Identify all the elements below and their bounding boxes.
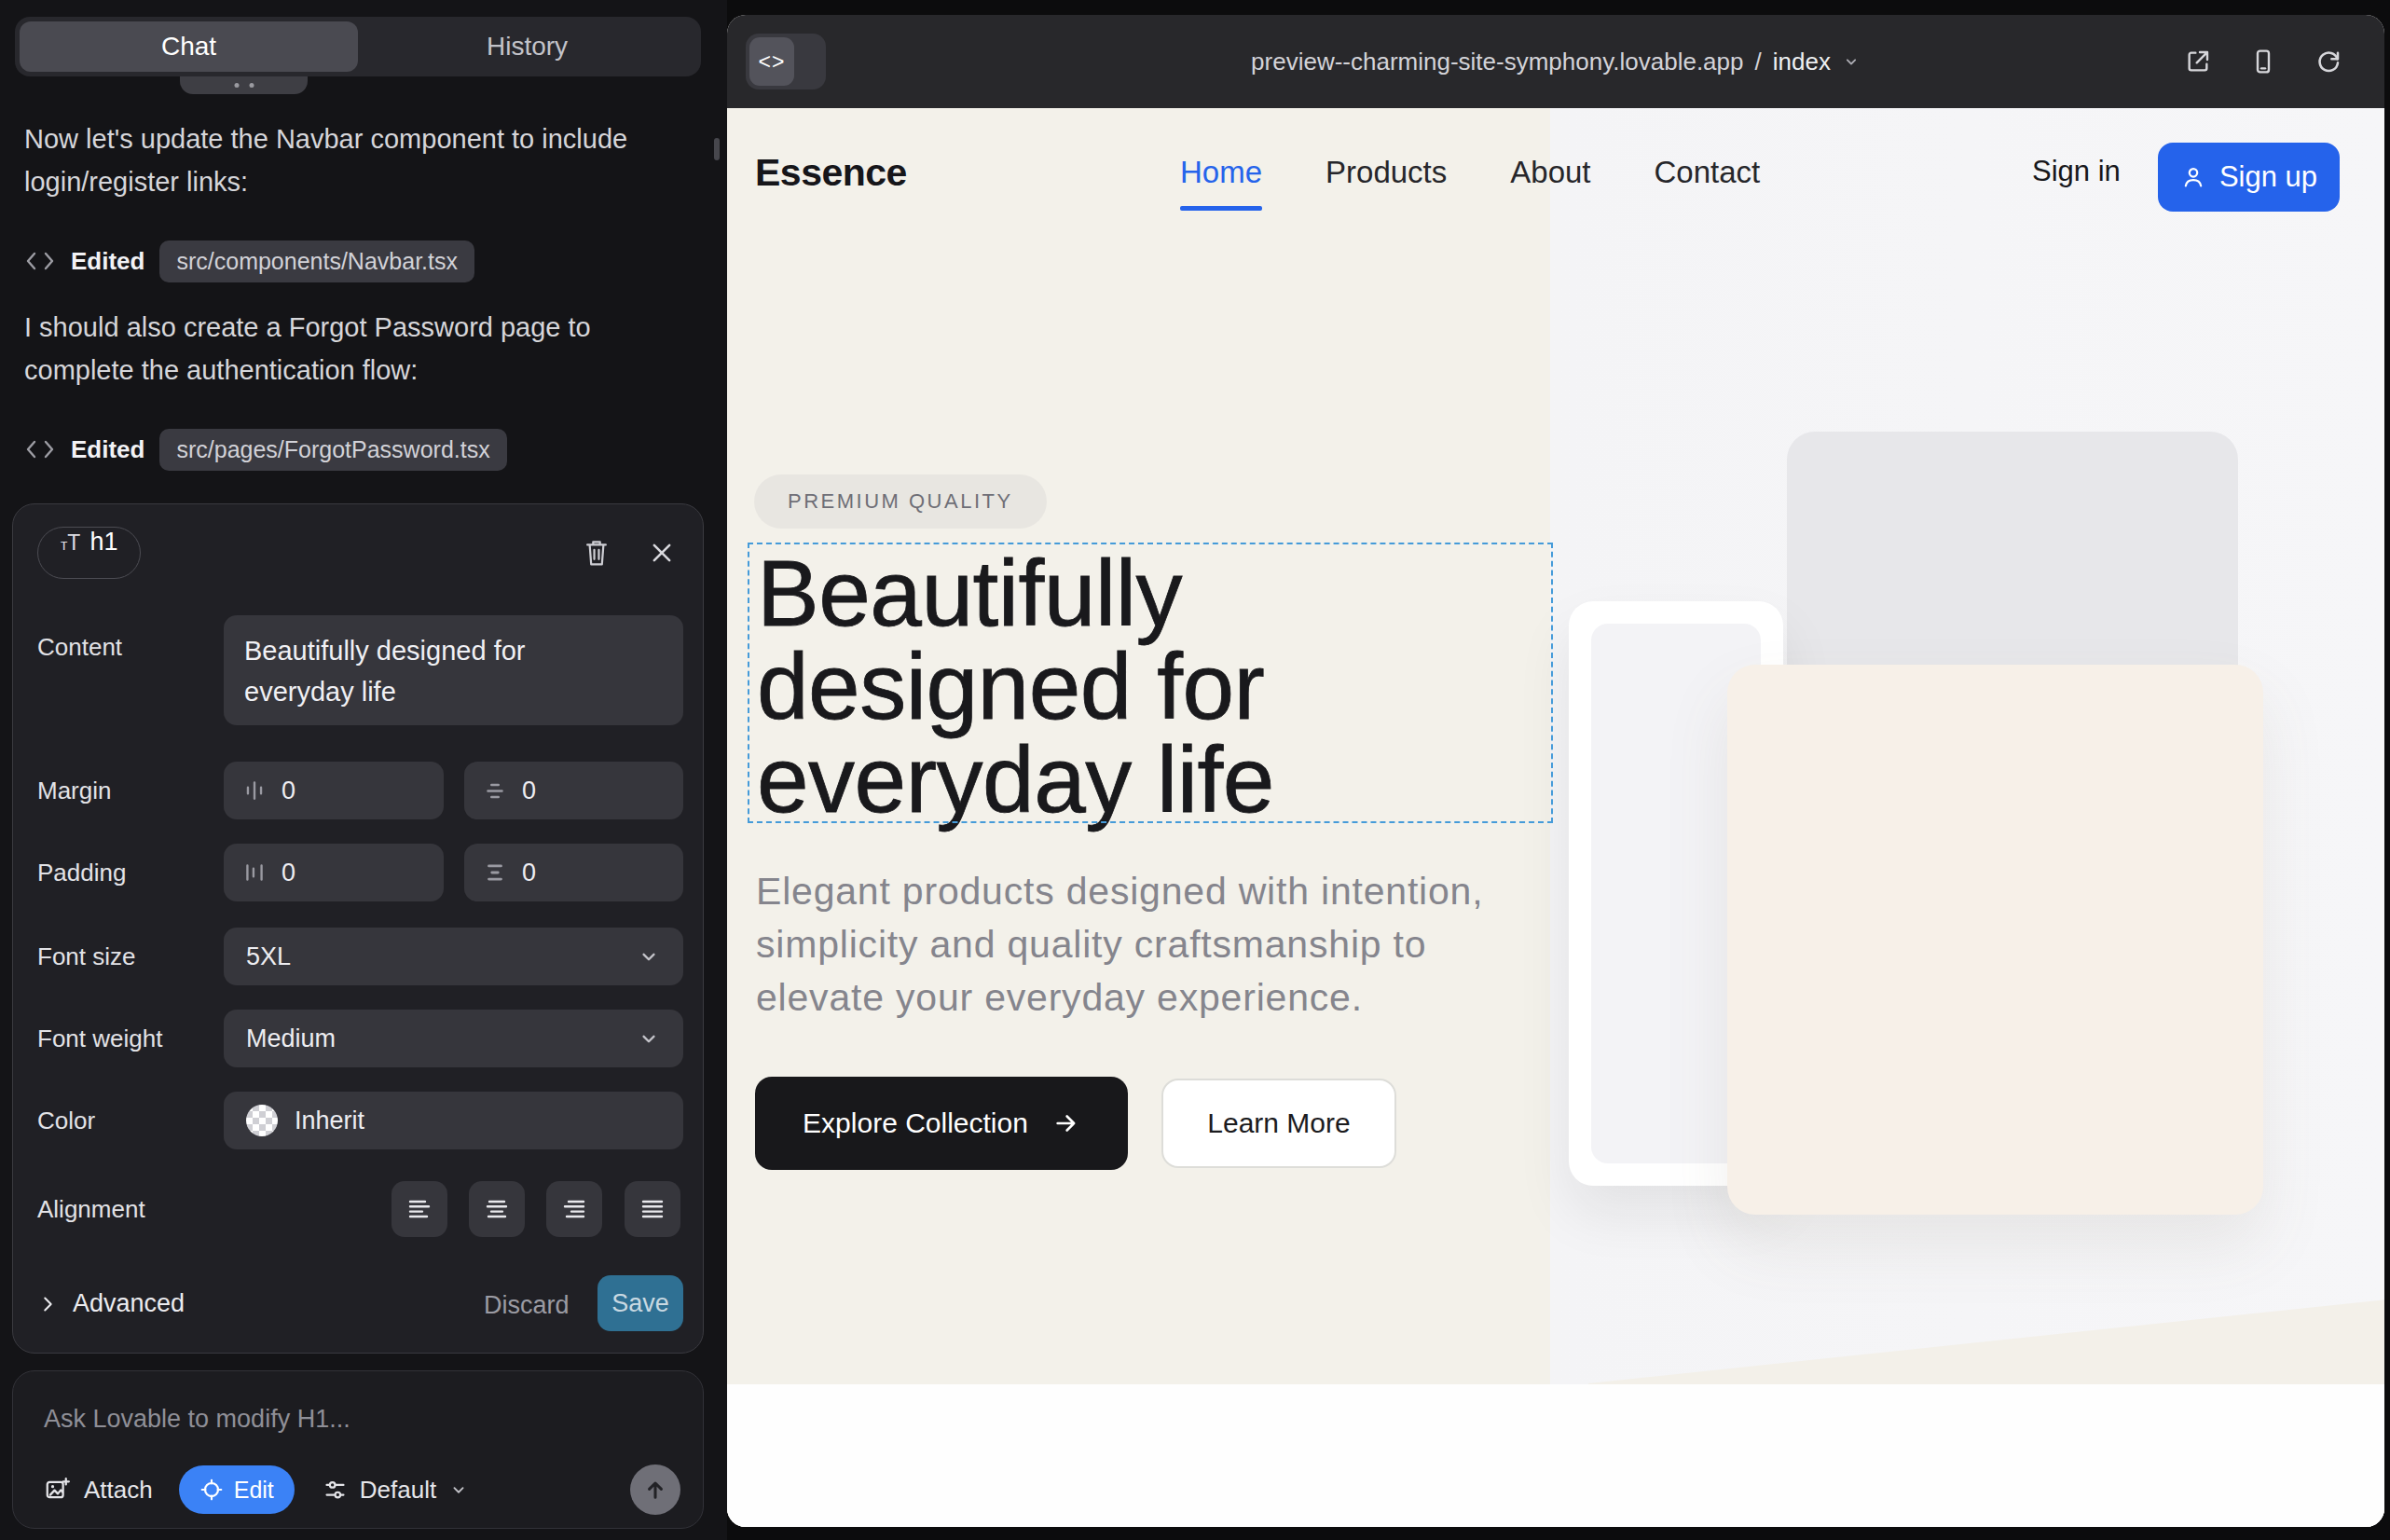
arrow-up-icon — [642, 1477, 668, 1503]
font-weight-label: Font weight — [37, 1024, 162, 1053]
hero-paragraph: Elegant products designed with intention… — [756, 865, 1483, 1024]
crosshair-icon — [199, 1478, 224, 1502]
learn-more-button[interactable]: Learn More — [1161, 1079, 1396, 1168]
align-right-button[interactable] — [546, 1181, 602, 1237]
padding-label: Padding — [37, 859, 126, 887]
delete-element-button[interactable] — [578, 534, 615, 571]
align-left-button[interactable] — [391, 1181, 447, 1237]
open-external-icon[interactable] — [2183, 47, 2213, 76]
assistant-message: Now let's update the Navbar component to… — [24, 117, 639, 203]
padding-y-icon — [483, 860, 507, 885]
font-size-label: Font size — [37, 942, 136, 971]
edit-mode-button[interactable]: Edit — [179, 1465, 295, 1514]
assistant-message: I should also create a Forgot Password p… — [24, 306, 639, 392]
color-swatch — [246, 1105, 278, 1136]
color-input[interactable]: Inherit — [224, 1092, 683, 1149]
sign-up-button[interactable]: Sign up — [2158, 143, 2340, 212]
text-size-icon: тT — [61, 530, 80, 556]
app: Chat History Now let's update the Navbar… — [0, 0, 2390, 1540]
url-bar[interactable]: preview--charming-site-symphony.lovable.… — [727, 15, 2384, 108]
margin-y-input[interactable]: 0 — [464, 762, 683, 819]
element-tag-pill[interactable]: тT h1 — [37, 527, 141, 579]
close-panel-button[interactable] — [643, 534, 680, 571]
nav-contact[interactable]: Contact — [1655, 155, 1761, 190]
site-nav: Home Products About Contact — [1180, 149, 1760, 196]
edited-file-row: Edited src/pages/ForgotPassword.tsx — [24, 429, 507, 470]
element-editor-panel: тT h1 Content Beautifully designed for e… — [12, 503, 704, 1354]
chat-input-placeholder: Ask Lovable to modify H1... — [44, 1405, 350, 1434]
next-section — [727, 1384, 2384, 1527]
edited-label: Edited — [71, 247, 144, 276]
site-page: Essence Home Products About Contact Sign… — [727, 108, 2384, 1527]
nav-home[interactable]: Home — [1180, 155, 1262, 190]
chevron-right-icon — [37, 1294, 58, 1314]
margin-y-icon — [483, 778, 507, 803]
discard-button[interactable]: Discard — [484, 1291, 570, 1320]
scrollbar-thumb[interactable] — [714, 138, 720, 160]
site-logo[interactable]: Essence — [755, 151, 907, 195]
chevron-down-icon — [637, 1026, 661, 1051]
edited-label: Edited — [71, 435, 144, 464]
code-icon — [24, 249, 56, 273]
settings-sliders-icon — [323, 1478, 348, 1503]
premium-quality-badge: PREMIUM QUALITY — [754, 474, 1047, 529]
sign-in-link[interactable]: Sign in — [2032, 155, 2121, 188]
save-button[interactable]: Save — [598, 1275, 683, 1331]
content-textarea[interactable]: Beautifully designed for everyday life — [224, 615, 683, 725]
browser-toolbar: <> preview--charming-site-symphony.lovab… — [727, 15, 2384, 108]
padding-y-input[interactable]: 0 — [464, 844, 683, 901]
model-default-button[interactable]: Default — [323, 1476, 469, 1505]
chevron-down-icon — [448, 1479, 469, 1500]
user-icon — [2180, 164, 2206, 190]
url-page: index — [1773, 48, 1831, 76]
chat-input-box[interactable]: Ask Lovable to modify H1... Attach Edit … — [12, 1370, 704, 1529]
mobile-view-icon[interactable] — [2248, 47, 2278, 76]
edited-file-row: Edited src/components/Navbar.tsx — [24, 241, 474, 282]
padding-x-icon — [242, 860, 267, 885]
code-icon — [24, 437, 56, 461]
nav-products[interactable]: Products — [1325, 155, 1447, 190]
url-host: preview--charming-site-symphony.lovable.… — [1251, 48, 1743, 76]
preview-panel: <> preview--charming-site-symphony.lovab… — [727, 15, 2384, 1527]
nav-about[interactable]: About — [1510, 155, 1590, 190]
chevron-down-icon — [1842, 52, 1861, 71]
align-center-button[interactable] — [469, 1181, 525, 1237]
margin-label: Margin — [37, 777, 111, 805]
send-button[interactable] — [630, 1464, 680, 1515]
attach-image-icon — [44, 1476, 72, 1504]
font-size-select[interactable]: 5XL — [224, 928, 683, 985]
refresh-icon[interactable] — [2314, 47, 2343, 76]
margin-x-input[interactable]: 0 — [224, 762, 444, 819]
arrow-right-icon — [1052, 1109, 1080, 1137]
decorative-card-beige — [1727, 665, 2263, 1215]
chat-history-tabs: Chat History — [15, 17, 701, 76]
advanced-toggle[interactable]: Advanced — [37, 1289, 185, 1318]
file-path-chip[interactable]: src/pages/ForgotPassword.tsx — [159, 429, 506, 471]
tab-chat[interactable]: Chat — [20, 21, 358, 72]
content-label: Content — [37, 633, 122, 662]
padding-x-input[interactable]: 0 — [224, 844, 444, 901]
chat-sidebar: Chat History Now let's update the Navbar… — [0, 0, 727, 1540]
margin-x-icon — [242, 778, 267, 803]
font-weight-select[interactable]: Medium — [224, 1010, 683, 1067]
explore-collection-button[interactable]: Explore Collection — [755, 1077, 1128, 1170]
chevron-down-icon — [637, 944, 661, 969]
selection-outline — [748, 543, 1553, 823]
alignment-label: Alignment — [37, 1195, 145, 1224]
align-justify-button[interactable] — [625, 1181, 680, 1237]
url-separator: / — [1755, 48, 1762, 76]
tab-history[interactable]: History — [358, 21, 696, 72]
color-label: Color — [37, 1107, 95, 1135]
file-path-chip[interactable]: src/components/Navbar.tsx — [159, 241, 474, 282]
attach-button[interactable]: Attach — [44, 1476, 153, 1505]
